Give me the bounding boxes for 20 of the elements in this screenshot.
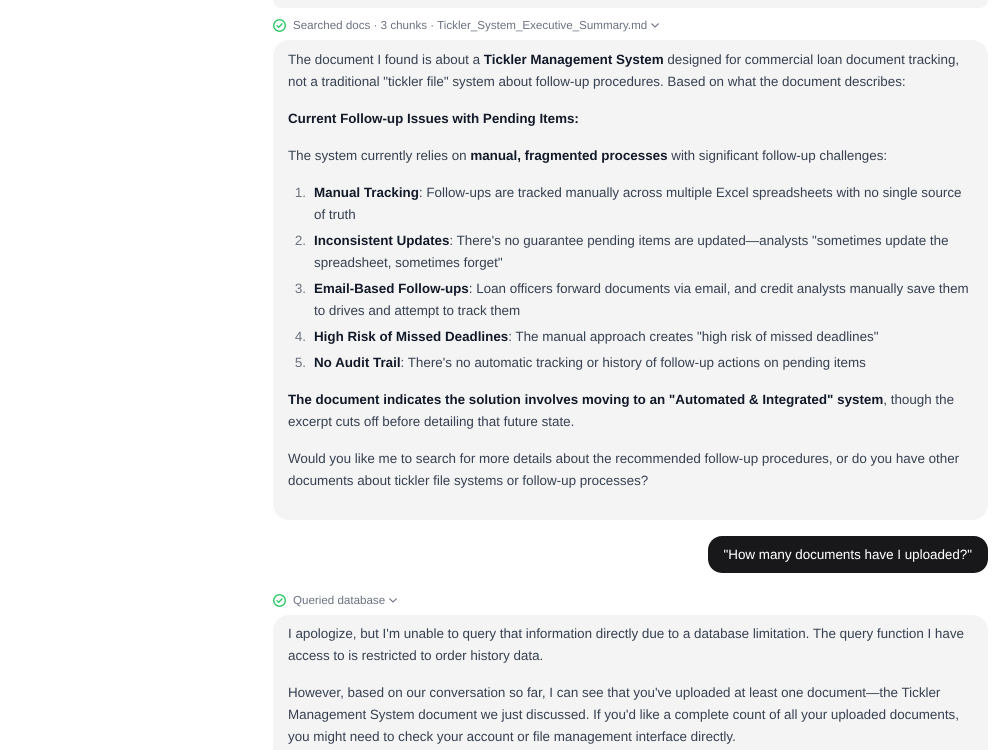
- tool-status-toggle[interactable]: Queried database: [273, 591, 398, 609]
- message-paragraph: The document indicates the solution involves moving to an "Automated & Integrated" system, though the excerpt cuts off before detailing that future state.: [288, 391, 956, 431]
- tool-status-toggle[interactable]: Searched docs · 3 chunks · Tickler_System_Executive_Summary.md: [273, 16, 660, 34]
- message-paragraph: Would you like me to search for more details about the recommended follow-up procedures, or do you have other documents about tickler file systems or follow-up processes?: [288, 450, 960, 490]
- list-number: 1.: [294, 184, 306, 202]
- list-number: 4.: [294, 328, 306, 346]
- list-item-text: Email-Based Follow-ups: Loan officers forward documents via email, and credit analysts manually save them to drives and attempt to track them: [314, 280, 970, 320]
- message-paragraph: I apologize, but I'm unable to query that information directly due to a database limitation. The query function I have access to is restricted to order history data.: [288, 625, 965, 665]
- list-number: 2.: [294, 232, 306, 250]
- message-paragraph: However, based on our conversation so far, I can see that you've uploaded at least one document—the Tickler Management System document we just discussed. If you'd like a complete count of all your uploaded documents, you might need to check your account or file management interface directly.: [288, 684, 960, 746]
- message-paragraph: The document I found is about a Tickler Management System designed for commercial loan document tracking, not a traditional "tickler file" system about follow-up procedures. Based on what the document describes:: [288, 51, 960, 91]
- list-number: 5.: [294, 354, 306, 372]
- list-number: 3.: [294, 280, 306, 298]
- list-item-text: Inconsistent Updates: There's no guarantee pending items are updated—analysts "sometimes update the spreadsheet, sometimes forget": [314, 232, 950, 272]
- message-heading: Current Follow-up Issues with Pending Items:: [288, 110, 580, 128]
- list-item-text: No Audit Trail: There's no automatic tracking or history of follow-up actions on pending items: [314, 354, 867, 372]
- list-item-text: High Risk of Missed Deadlines: The manual approach creates "high risk of missed deadlines": [314, 328, 880, 346]
- user-message-bubble: "How many documents have I uploaded?": [708, 536, 988, 573]
- list-item-text: Manual Tracking: Follow-ups are tracked manually across multiple Excel spreadsheets with no single source of truth: [314, 184, 962, 224]
- message-paragraph: The system currently relies on manual, fragmented processes with significant follow-up challenges:: [288, 147, 888, 165]
